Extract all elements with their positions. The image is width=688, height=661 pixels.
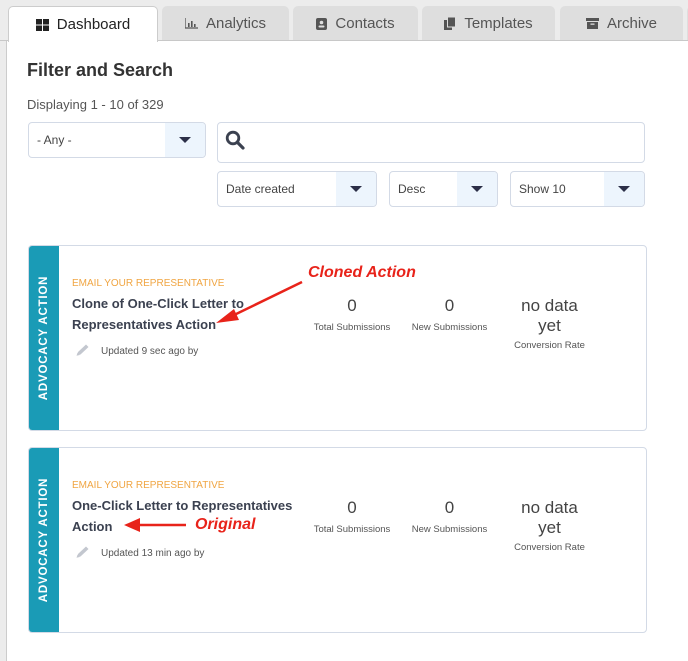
new-submissions-label: New Submissions [411,524,488,535]
new-submissions: 0 New Submissions [397,498,502,535]
tab-label: Dashboard [56,16,131,33]
annotation-original: Original [195,516,256,533]
total-submissions: 0 Total Submissions [297,498,407,535]
bar-chart-icon [184,18,198,29]
search-field[interactable] [253,123,644,162]
sort-order-select[interactable]: Desc [389,171,498,207]
tab-dashboard[interactable]: Dashboard [8,6,158,42]
total-submissions-label: Total Submissions [313,322,391,333]
conversion-value-line1: no data [521,498,578,517]
page-size-select[interactable]: Show 10 [510,171,645,207]
conversion-rate: no data yet Conversion Rate [497,498,602,553]
category-strip: ADVOCACY ACTION [29,448,59,632]
tab-label: Templates [464,15,533,32]
new-submissions-value: 0 [444,296,455,315]
annotation-cloned: Cloned Action [308,264,416,281]
tab-contacts[interactable]: Contacts [293,6,418,41]
sort-order-value: Desc [398,182,426,196]
action-title[interactable]: Clone of One-Click Letter to Representat… [72,293,312,335]
tab-label: Archive [606,15,658,32]
category-label: ADVOCACY ACTION [38,275,50,401]
conversion-value-line1: no data [521,296,578,315]
page-size-value: Show 10 [519,182,566,196]
total-submissions-label: Total Submissions [313,524,391,535]
updated-text: Updated 9 sec ago by [101,346,199,357]
tab-label: Contacts [335,15,395,32]
tab-analytics[interactable]: Analytics [162,6,289,41]
updated-text: Updated 13 min ago by [101,548,205,559]
dashboard-grid-icon [35,18,49,31]
chevron-down-icon[interactable] [336,172,376,206]
archive-box-icon [585,18,599,29]
chevron-down-icon[interactable] [604,172,644,206]
conversion-value-line2: yet [538,316,561,335]
updated-info: Updated 9 sec ago by [75,343,198,360]
conversion-rate-label: Conversion Rate [514,340,585,351]
action-card[interactable]: ADVOCACY ACTION EMAIL YOUR REPRESENTATIV… [28,447,647,633]
new-submissions-label: New Submissions [411,322,488,333]
type-filter-select[interactable]: - Any - [28,122,206,158]
pencil-icon[interactable] [75,343,91,360]
action-kind: EMAIL YOUR REPRESENTATIVE [72,480,225,491]
category-label: ADVOCACY ACTION [38,477,50,603]
result-count: Displaying 1 - 10 of 329 [27,97,164,112]
copy-documents-icon [444,17,457,30]
tab-templates[interactable]: Templates [422,6,555,41]
total-submissions-value: 0 [347,498,357,517]
category-strip: ADVOCACY ACTION [29,246,59,430]
contact-card-icon [316,17,328,30]
tab-archive[interactable]: Archive [560,6,683,41]
sort-field-value: Date created [226,182,295,196]
conversion-rate-label: Conversion Rate [514,542,585,553]
type-filter-value: - Any - [37,133,72,147]
chevron-down-icon[interactable] [165,123,205,157]
sort-field-select[interactable]: Date created [217,171,377,207]
updated-info: Updated 13 min ago by [75,545,204,562]
search-icon [225,130,245,155]
total-submissions: 0 Total Submissions [297,296,407,333]
total-submissions-value: 0 [347,296,357,315]
page-title: Filter and Search [27,60,174,80]
tab-bar: Dashboard Analytics Contacts Templates A… [0,0,688,42]
conversion-rate: no data yet Conversion Rate [497,296,602,351]
new-submissions-value: 0 [444,498,455,517]
action-title[interactable]: One-Click Letter to Representatives Acti… [72,495,302,537]
pencil-icon[interactable] [75,545,91,562]
chevron-down-icon[interactable] [457,172,497,206]
dashboard-panel: Filter and Search Displaying 1 - 10 of 3… [6,41,688,661]
conversion-value-line2: yet [538,518,561,537]
tab-label: Analytics [205,15,267,32]
new-submissions: 0 New Submissions [397,296,502,333]
search-input[interactable] [217,122,645,163]
action-kind: EMAIL YOUR REPRESENTATIVE [72,278,225,289]
